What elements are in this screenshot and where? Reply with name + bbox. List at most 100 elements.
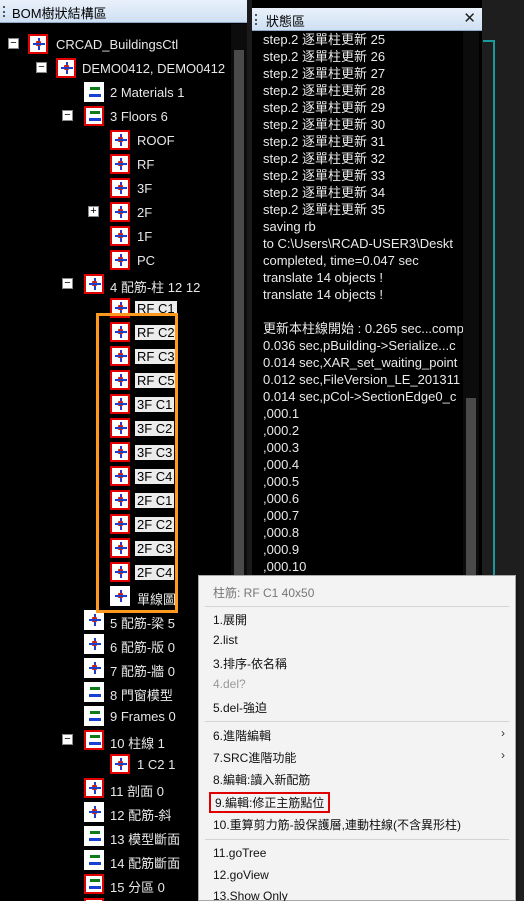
node-icon — [84, 634, 104, 654]
menu-item-list[interactable]: 2.list — [199, 629, 515, 651]
bom-tree-title: BOM樹狀結構區 — [12, 6, 107, 21]
node-label: PC — [137, 253, 156, 268]
node-icon — [84, 610, 104, 630]
node-icon — [28, 34, 48, 54]
tree-node-floor[interactable]: PC — [0, 250, 231, 272]
menu-item-delete[interactable]: 4.del? — [199, 673, 515, 695]
menu-item-show-only[interactable]: 13.Show Only — [199, 885, 515, 901]
status-log: step.2 逐單柱更新 25 step.2 逐單柱更新 26 step.2 逐… — [252, 31, 463, 591]
drag-grip-icon[interactable] — [255, 14, 259, 25]
log-line: to C:\Users\RCAD-USER3\Deskt — [263, 236, 453, 251]
collapse-icon[interactable] — [62, 110, 73, 121]
log-line: ,000.2 — [263, 423, 300, 438]
log-line: translate 14 objects ! — [263, 270, 383, 285]
collapse-icon[interactable] — [8, 38, 19, 49]
log-line: step.2 逐單柱更新 32 — [263, 151, 386, 166]
menu-item-go-tree[interactable]: 11.goTree — [199, 842, 515, 864]
submenu-arrow-icon: › — [501, 726, 505, 740]
tree-node-floor[interactable]: 3F — [0, 178, 231, 200]
tree-node-materials[interactable]: 2 Materials 1 — [0, 82, 231, 104]
menu-item-label: 12.goView — [213, 868, 269, 882]
menu-item-recalc-shear[interactable]: 10.重算剪力筋-設保護層,連動柱線(不含異形柱) — [199, 812, 515, 834]
node-label: 6 配筋-版 0 — [110, 640, 176, 655]
node-label: 3F — [137, 181, 153, 196]
log-line: step.2 逐單柱更新 33 — [263, 168, 386, 183]
tree-node-floor[interactable]: 2F — [0, 202, 231, 224]
menu-item-label: 1.展開 — [213, 613, 248, 627]
context-menu: 柱筋: RF C1 40x50 1.展開 2.list 3.排序-依名稱 4.d… — [198, 575, 516, 901]
tree-node-frames[interactable]: 9 Frames 0 — [0, 706, 231, 728]
menu-item-label: 11.goTree — [213, 846, 267, 860]
tree-node-rebar-section[interactable]: 14 配筋斷面 — [0, 850, 231, 872]
tree-node-door-window[interactable]: 8 門窗模型 — [0, 682, 231, 704]
tree-node-floor[interactable]: RF — [0, 154, 231, 176]
node-icon — [110, 178, 130, 198]
node-label: 12 配筋-斜 — [110, 808, 172, 823]
menu-item-src-advanced[interactable]: 7.SRC進階功能 › — [199, 745, 515, 767]
log-line: ,000.1 — [263, 406, 300, 421]
group-icon — [84, 850, 104, 870]
tree-node-floor[interactable]: 1F — [0, 226, 231, 248]
tree-node-project[interactable]: DEMO0412, DEMO0412 — [0, 58, 231, 80]
expand-icon[interactable] — [88, 206, 99, 217]
collapse-icon[interactable] — [62, 278, 73, 289]
close-icon[interactable]: ✕ — [463, 9, 476, 27]
menu-item-fix-main-bar-points[interactable]: 9.編輯:修正主筋點位 — [199, 790, 515, 813]
log-line: translate 14 objects ! — [263, 287, 383, 302]
group-icon — [84, 706, 104, 726]
node-label: 7 配筋-牆 0 — [110, 664, 176, 679]
group-icon — [84, 874, 104, 894]
tree-node-model-section[interactable]: 13 模型斷面 — [0, 826, 231, 848]
log-line: ,000.10 — [263, 559, 307, 574]
log-line: step.2 逐單柱更新 26 — [263, 49, 386, 64]
tree-node-column-line[interactable]: 10 柱線 1 — [0, 730, 231, 752]
tree-node-slab-rebar[interactable]: 6 配筋-版 0 — [0, 634, 231, 656]
log-line: step.2 逐單柱更新 30 — [263, 117, 386, 132]
menu-item-expand[interactable]: 1.展開 — [199, 607, 515, 629]
menu-item-label: 6.進階編輯 — [213, 729, 272, 743]
log-line: ,000.5 — [263, 474, 300, 489]
tree-node-column-line-item[interactable]: 1 C2 1 — [0, 754, 231, 776]
node-icon — [84, 802, 104, 822]
log-line: 0.036 sec,pBuilding->Serialize...c — [263, 338, 456, 353]
node-label: 14 配筋斷面 — [110, 856, 181, 871]
tree-node-floors[interactable]: 3 Floors 6 — [0, 106, 231, 128]
menu-item-label: 7.SRC進階功能 — [213, 751, 297, 765]
log-scrollbar[interactable] — [463, 31, 479, 591]
node-label: 2F — [137, 205, 153, 220]
node-label: 8 門窗模型 — [110, 688, 173, 703]
menu-item-advanced-edit[interactable]: 6.進階編輯 › — [199, 723, 515, 745]
log-line: 更新本柱線開始 : 0.265 sec...comp — [263, 321, 463, 336]
menu-item-label: 9.編輯:修正主筋點位 — [209, 792, 331, 813]
node-label: RF — [137, 157, 155, 172]
node-label: 13 模型斷面 — [110, 832, 181, 847]
tree-node-floor[interactable]: ROOF — [0, 130, 231, 152]
tree-node-beam-rebar[interactable]: 5 配筋-梁 5 — [0, 610, 231, 632]
tree-node-section[interactable]: 11 剖面 0 — [0, 778, 231, 800]
drag-grip-icon[interactable] — [3, 6, 7, 17]
log-line: ,000.9 — [263, 542, 300, 557]
menu-separator — [205, 839, 509, 840]
status-header[interactable]: 狀態區 ✕ — [252, 8, 482, 31]
group-icon — [84, 106, 104, 126]
tree-node-wall-rebar[interactable]: 7 配筋-牆 0 — [0, 658, 231, 680]
tree-node-column-rebar[interactable]: 4 配筋-柱 12 12 — [0, 274, 231, 296]
menu-item-go-view[interactable]: 12.goView — [199, 864, 515, 886]
tree-node-zone[interactable]: 15 分區 0 — [0, 874, 231, 896]
tree-node-slant-rebar[interactable]: 12 配筋-斜 — [0, 802, 231, 824]
log-line: ,000.7 — [263, 508, 300, 523]
submenu-arrow-icon: › — [501, 748, 505, 762]
menu-item-force-delete[interactable]: 5.del-強迫 — [199, 695, 515, 717]
menu-item-sort-by-name[interactable]: 3.排序-依名稱 — [199, 651, 515, 673]
log-scrollbar-thumb[interactable] — [466, 398, 476, 588]
tree-node-root[interactable]: CRCAD_BuildingsCtl — [0, 34, 231, 56]
log-line: ,000.8 — [263, 525, 300, 540]
node-icon — [84, 274, 104, 294]
collapse-icon[interactable] — [36, 62, 47, 73]
node-label: 10 柱線 1 — [110, 736, 165, 751]
bom-tree-header[interactable]: BOM樹狀結構區 — [0, 0, 247, 23]
log-line: step.2 逐單柱更新 29 — [263, 100, 386, 115]
collapse-icon[interactable] — [62, 734, 73, 745]
menu-item-load-rebar[interactable]: 8.編輯:讀入新配筋 — [199, 767, 515, 789]
node-label: 5 配筋-梁 5 — [110, 616, 176, 631]
